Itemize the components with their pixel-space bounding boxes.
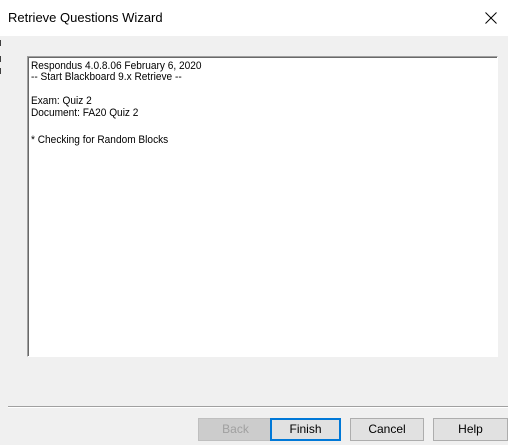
log-line: Exam: Quiz 2 <box>31 95 92 107</box>
help-button[interactable]: Help <box>433 418 508 441</box>
log-line: -- Start Blackboard 9.x Retrieve -- <box>31 71 182 83</box>
close-icon <box>485 12 497 24</box>
window-title: Retrieve Questions Wizard <box>8 10 163 25</box>
cancel-button[interactable]: Cancel <box>350 418 424 441</box>
close-button[interactable] <box>476 0 508 36</box>
finish-button[interactable]: Finish <box>270 418 341 441</box>
log-line: Document: FA20 Quiz 2 <box>31 107 139 119</box>
left-edge-marks <box>0 36 2 96</box>
retrieve-log-panel[interactable]: Respondus 4.0.8.06 February 6, 2020 -- S… <box>27 56 498 357</box>
button-separator <box>8 406 508 408</box>
back-button[interactable]: Back <box>198 418 273 441</box>
title-bar[interactable]: Retrieve Questions Wizard <box>0 0 508 36</box>
wizard-window: Retrieve Questions Wizard Respondus 4.0.… <box>0 0 508 445</box>
log-line: * Checking for Random Blocks <box>31 134 169 146</box>
